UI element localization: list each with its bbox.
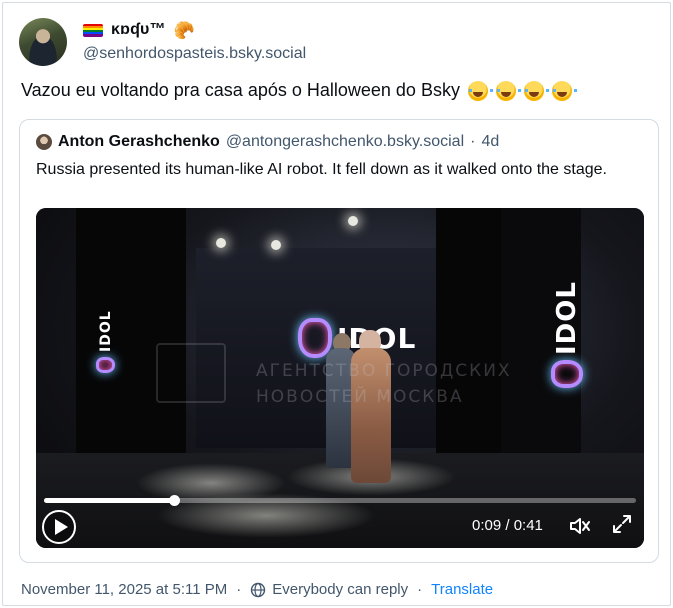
play-icon	[54, 519, 68, 535]
laughing-tears-emoji-icon	[495, 80, 521, 101]
quoted-post-age[interactable]: 4d	[481, 133, 499, 151]
globe-icon	[251, 582, 266, 597]
video-progress-bar[interactable]	[44, 495, 636, 506]
video-progress-fill	[44, 498, 175, 503]
watermark-logo	[156, 343, 226, 403]
croissant-icon: 🥐	[173, 20, 195, 40]
play-button[interactable]	[42, 510, 76, 544]
quoted-author-handle[interactable]: @antongerashchenko.bsky.social	[226, 133, 464, 151]
quoted-separator: ·	[470, 133, 476, 150]
post-timestamp: November 11, 2025 at 5:11 PM	[21, 581, 228, 598]
author-avatar[interactable]	[19, 18, 67, 66]
video-watermark: АГЕНТСТВО ГОРОДСКИХ НОВОСТЕЙ МОСКВА	[256, 358, 512, 410]
laughing-tears-emoji-icon	[551, 80, 577, 101]
watermark-line: НОВОСТЕЙ МОСКВА	[256, 387, 464, 407]
translate-link[interactable]: Translate	[431, 581, 493, 598]
quoted-author-avatar[interactable]	[36, 134, 52, 150]
quoted-post-header: Anton Gerashchenko @antongerashchenko.bs…	[36, 133, 499, 151]
fullscreen-icon[interactable]	[612, 514, 632, 534]
idol-logo-text: IDOL	[97, 310, 114, 352]
volume-icon[interactable]	[569, 516, 591, 536]
post-text-body: Vazou eu voltando pra casa após o Hallow…	[21, 80, 460, 100]
idol-logo: IDOL	[96, 310, 115, 373]
quoted-post[interactable]: Anton Gerashchenko @antongerashchenko.bs…	[19, 119, 659, 563]
stage-light	[348, 216, 358, 226]
post-text: Vazou eu voltando pra casa após o Hallow…	[21, 80, 577, 101]
idol-logo-mark-icon	[551, 360, 583, 388]
quoted-author-name[interactable]: Anton Gerashchenko	[58, 133, 220, 151]
idol-logo-mark-icon	[96, 357, 115, 373]
post-footer: November 11, 2025 at 5:11 PM · Everybody…	[21, 581, 493, 598]
video-time: 0:09 / 0:41	[472, 517, 543, 534]
footer-separator: ·	[236, 581, 242, 598]
post-card[interactable]: ĸɒʠυ™ 🥐 @senhordospasteis.bsky.social Va…	[2, 2, 671, 606]
footer-separator: ·	[417, 581, 423, 598]
author-display-name[interactable]: ĸɒʠυ™	[111, 21, 166, 39]
reply-setting[interactable]: Everybody can reply	[272, 581, 408, 598]
stage-light	[271, 240, 281, 250]
quoted-post-text: Russia presented its human-like AI robot…	[36, 161, 607, 178]
stage-light	[216, 238, 226, 248]
idol-logo-text: IDOL	[552, 281, 582, 355]
video-player[interactable]: IDOL IDOL IDOL АГЕНТСТВО ГОРОДСКИХ НОВОС…	[36, 208, 644, 548]
rainbow-flag-icon	[83, 23, 103, 37]
laughing-tears-emoji-icon	[467, 80, 493, 101]
author-handle[interactable]: @senhordospasteis.bsky.social	[83, 45, 306, 63]
watermark-line: АГЕНТСТВО ГОРОДСКИХ	[256, 361, 512, 381]
idol-logo-mark-icon	[298, 318, 332, 358]
laughing-tears-emoji-icon	[523, 80, 549, 101]
author-name-row[interactable]: ĸɒʠυ™ 🥐	[83, 19, 195, 41]
idol-logo: IDOL	[551, 281, 583, 388]
